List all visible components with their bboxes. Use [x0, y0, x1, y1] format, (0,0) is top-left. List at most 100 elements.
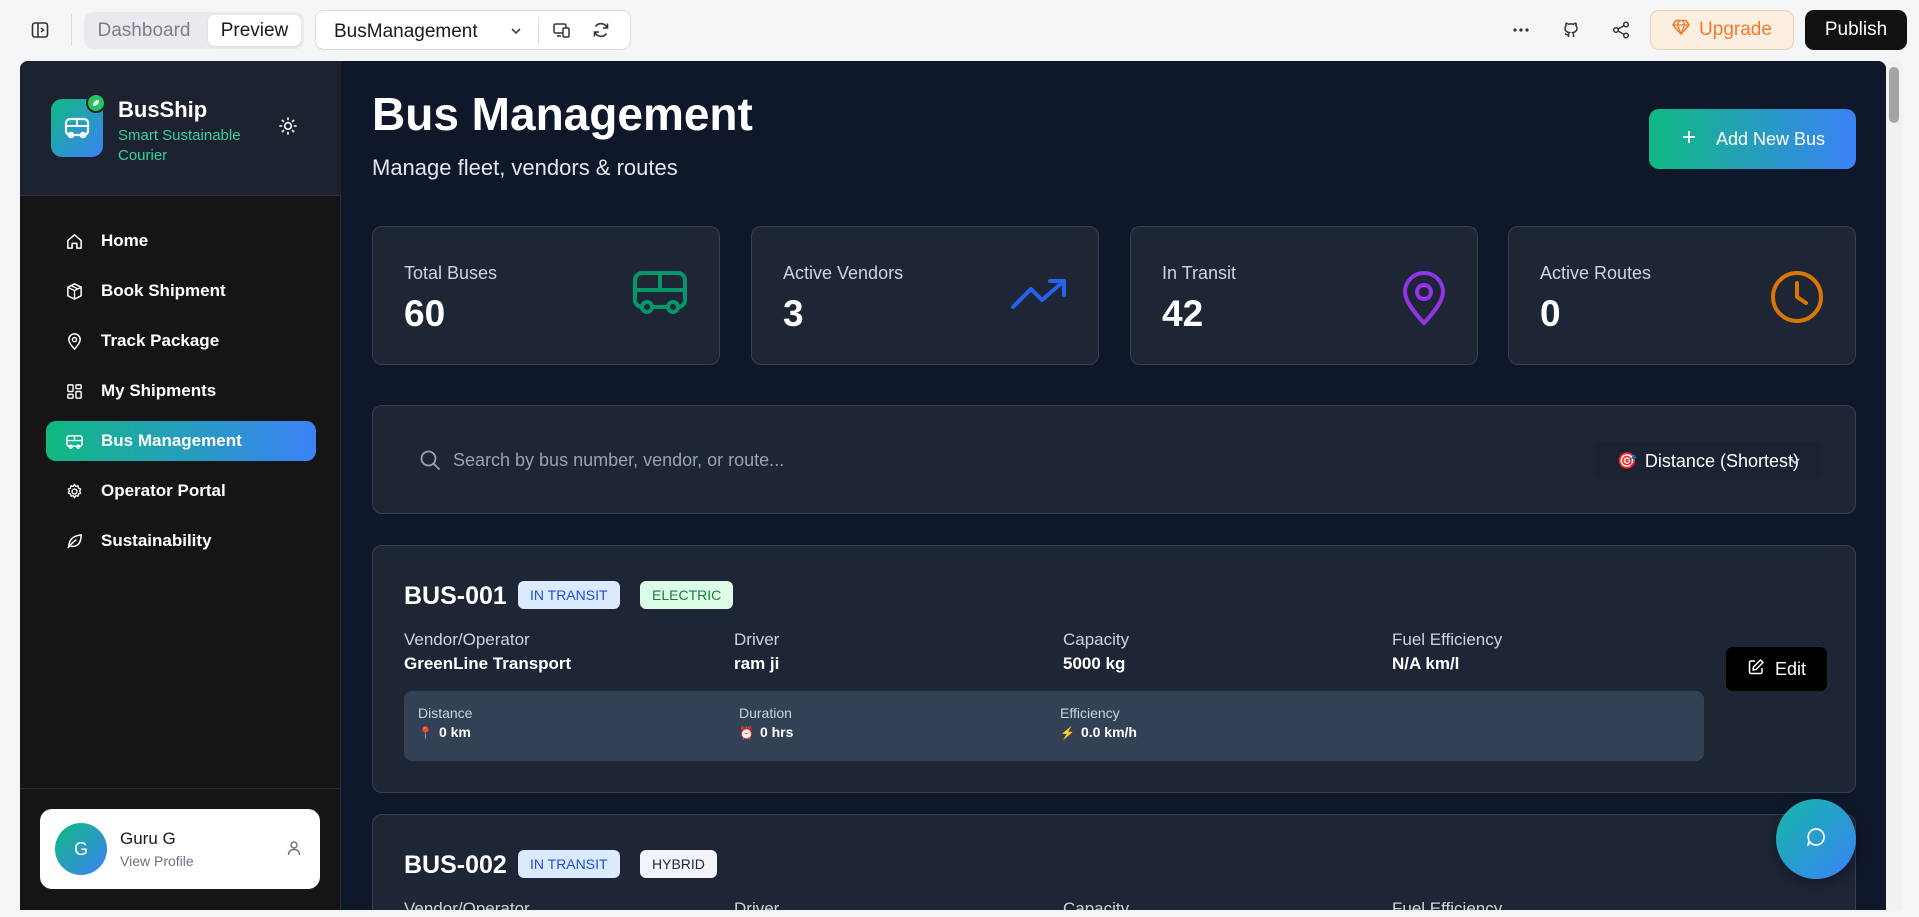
project-name: BusManagement [334, 21, 478, 42]
bus-icon [64, 431, 84, 451]
edit-icon [1747, 658, 1765, 681]
stat-value: 0 [1540, 293, 1561, 334]
chat-button[interactable] [1776, 799, 1856, 879]
leaf-icon [64, 531, 84, 551]
upgrade-button[interactable]: Upgrade [1650, 10, 1794, 50]
sort-select[interactable]: 🎯 Distance (Shortest) [1593, 442, 1823, 480]
fuel-efficiency-field: Fuel Efficiency N/A km/l [1392, 630, 1502, 674]
sidebar-item-label: Operator Portal [101, 481, 226, 500]
home-icon [64, 231, 84, 251]
responsive-view-icon[interactable] [547, 15, 577, 45]
bus-number: BUS-001 [404, 582, 507, 610]
sidebar-item-label: Track Package [101, 331, 220, 350]
project-selector[interactable]: BusManagement [315, 10, 631, 50]
stat-value: 3 [783, 293, 804, 334]
sidebar-item-label: Sustainability [101, 531, 212, 550]
edit-bus-button[interactable]: Edit [1726, 647, 1827, 691]
scrollbar[interactable] [1886, 61, 1902, 910]
profile-name: Guru G [120, 829, 176, 848]
selector-divider [538, 17, 539, 45]
clock-icon [1769, 269, 1825, 330]
sidebar-item-home[interactable]: Home [46, 221, 316, 261]
status-badge: IN TRANSIT [518, 581, 620, 609]
divider [20, 788, 341, 789]
metric-label: Duration [739, 705, 792, 721]
tab-preview[interactable]: Preview [208, 15, 301, 46]
add-new-bus-label: Add New Bus [1715, 128, 1826, 149]
edit-label: Edit [1774, 658, 1807, 679]
stat-card-in-transit: In Transit 42 [1130, 226, 1478, 365]
sidebar-toggle-icon[interactable] [25, 15, 55, 45]
stat-value: 60 [404, 293, 446, 334]
sidebar-item-label: Book Shipment [101, 281, 226, 300]
main-content: Bus Management Manage fleet, vendors & r… [342, 61, 1886, 910]
publish-button[interactable]: Publish [1805, 10, 1907, 50]
chat-icon [1805, 826, 1827, 853]
field-label: Capacity [1063, 630, 1130, 649]
tab-dashboard[interactable]: Dashboard [84, 15, 204, 46]
share-icon[interactable] [1606, 15, 1636, 45]
map-pin-icon [1401, 271, 1447, 332]
alarm-clock-icon: ⏰ [739, 726, 754, 740]
field-value: GreenLine Transport [404, 654, 572, 673]
duration-metric: Duration ⏰ 0 hrs [739, 705, 793, 740]
sidebar-nav: Home Book Shipment Track Package My Ship… [46, 221, 316, 571]
brand-name: BusShip [118, 97, 208, 122]
search-icon [419, 449, 441, 476]
sidebar-item-track-package[interactable]: Track Package [46, 321, 316, 361]
github-icon[interactable] [1556, 15, 1586, 45]
distance-metric: Distance 📍 0 km [418, 705, 472, 740]
profile-card[interactable]: G Guru G View Profile [40, 809, 320, 889]
metric-value: 0 hrs [759, 724, 794, 740]
brand-tagline: Smart Sustainable Courier [118, 127, 241, 164]
sidebar-item-book-shipment[interactable]: Book Shipment [46, 271, 316, 311]
avatar: G [55, 823, 107, 875]
sidebar-item-label: Home [101, 231, 149, 250]
view-profile-link[interactable]: View Profile [120, 853, 194, 869]
toolbar-divider [71, 14, 72, 46]
scrollbar-thumb[interactable] [1889, 67, 1899, 123]
field-label: Driver [734, 630, 780, 649]
stat-label: Total Buses [404, 263, 498, 283]
search-input[interactable] [453, 444, 1453, 476]
field-label: Capacity [1063, 899, 1130, 910]
sidebar-item-my-shipments[interactable]: My Shipments [46, 371, 316, 411]
fuel-efficiency-field: Fuel Efficiency [1392, 899, 1502, 910]
editor-toolbar: Dashboard Preview BusManagement Upgrade … [0, 0, 1919, 61]
sidebar-item-bus-management[interactable]: Bus Management [46, 421, 316, 461]
brand-header: BusShip Smart Sustainable Courier [20, 61, 341, 196]
stat-value: 42 [1162, 293, 1204, 334]
target-icon: 🎯 [1617, 453, 1637, 470]
field-label: Driver [734, 899, 780, 910]
fuel-type-badge: HYBRID [640, 850, 717, 878]
add-new-bus-button[interactable]: Add New Bus [1649, 109, 1856, 169]
trending-up-icon [1010, 277, 1068, 316]
status-badge: IN TRANSIT [518, 850, 620, 878]
upgrade-label: Upgrade [1699, 19, 1772, 40]
sidebar-item-sustainability[interactable]: Sustainability [46, 521, 316, 561]
stat-card-active-routes: Active Routes 0 [1508, 226, 1856, 365]
package-icon [64, 281, 84, 301]
stat-label: Active Vendors [783, 263, 904, 283]
sidebar-item-label: Bus Management [101, 431, 242, 450]
leaf-badge-icon [86, 93, 106, 113]
vendor-field: Vendor/Operator [404, 899, 530, 910]
capacity-field: Capacity 5000 kg [1063, 630, 1129, 674]
refresh-icon[interactable] [586, 15, 616, 45]
sidebar-item-label: My Shipments [101, 381, 217, 400]
page-title: Bus Management [372, 88, 753, 140]
stat-label: Active Routes [1540, 263, 1652, 283]
dashboard-icon [64, 381, 84, 401]
sidebar-item-operator-portal[interactable]: Operator Portal [46, 471, 316, 511]
metric-label: Efficiency [1060, 705, 1120, 721]
bus-card: BUS-001 IN TRANSIT ELECTRIC Vendor/Opera… [372, 545, 1856, 793]
fuel-type-badge: ELECTRIC [640, 581, 734, 609]
metric-label: Distance [418, 705, 473, 721]
field-value: 5000 kg [1063, 654, 1126, 673]
more-options-icon[interactable] [1506, 15, 1536, 45]
sun-icon[interactable] [278, 116, 298, 141]
sidebar: BusShip Smart Sustainable Courier Home B… [20, 61, 341, 910]
route-metrics: Distance 📍 0 km Duration ⏰ 0 hrs Efficienc… [404, 691, 1704, 761]
speed-metric: Efficiency ⚡ 0.0 km/h [1060, 705, 1137, 740]
page-subtitle: Manage fleet, vendors & routes [372, 155, 678, 180]
